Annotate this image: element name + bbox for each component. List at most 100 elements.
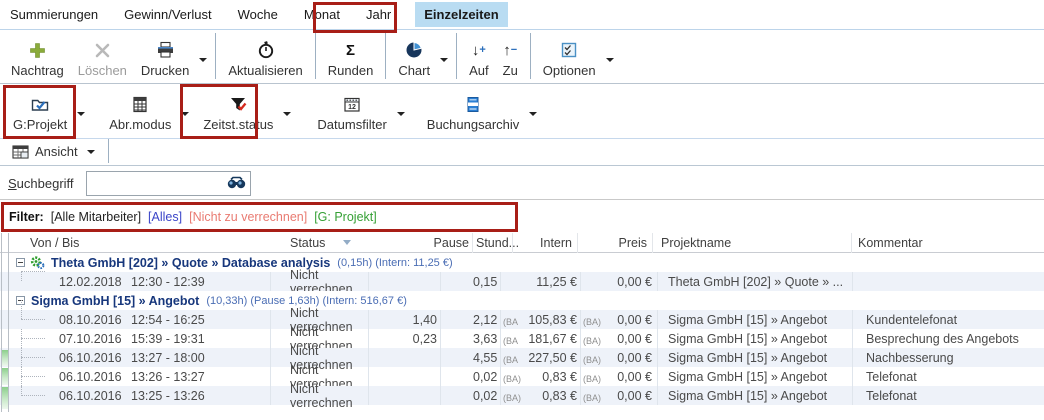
- ba-marker: (BA): [583, 393, 601, 403]
- toolbar-separator: [385, 33, 386, 79]
- entry-time-range: 13:26 - 13:27: [131, 370, 270, 384]
- drucken-dropdown[interactable]: [196, 40, 210, 80]
- gprojekt-dropdown[interactable]: [74, 94, 88, 134]
- buchungsarchiv-button[interactable]: Buchungsarchiv: [420, 92, 527, 134]
- entry-pause: 1,40: [373, 313, 473, 327]
- toolbar-separator: [215, 33, 216, 79]
- runden-button[interactable]: Σ Runden: [321, 38, 381, 80]
- filter-item-alles[interactable]: [Alles]: [148, 210, 182, 224]
- chevron-down-icon: [283, 112, 291, 116]
- options-checkbox-icon: [561, 40, 577, 60]
- loeschen-button[interactable]: Löschen: [71, 38, 134, 80]
- chevron-down-icon: [199, 58, 207, 62]
- green-indicator-bar: [2, 387, 8, 409]
- gprojekt-button[interactable]: G:Projekt: [6, 92, 74, 134]
- entry-preis: 0,00 €: [578, 275, 653, 289]
- zu-button[interactable]: ↑− Zu: [496, 38, 525, 80]
- toolbar-separator: [315, 33, 316, 79]
- table-row[interactable]: 12.02.2018 12:30 - 12:39 Nicht verrechne…: [0, 272, 1044, 291]
- filter-item-mitarbeiter[interactable]: [Alle Mitarbeiter]: [51, 210, 141, 224]
- group-row-theta[interactable]: Theta GmbH [202] » Quote » Database anal…: [0, 253, 1044, 272]
- datumsfilter-label: Datumsfilter: [317, 117, 386, 132]
- ba-marker: (BA: [503, 317, 518, 327]
- header-preis[interactable]: Preis: [578, 233, 653, 253]
- binoculars-icon[interactable]: [227, 176, 246, 190]
- datumsfilter-button[interactable]: 12 Datumsfilter: [310, 92, 393, 134]
- header-pause[interactable]: Pause: [373, 233, 473, 253]
- zeitststatus-button[interactable]: Zeitst.status: [196, 92, 280, 134]
- chevron-down-icon: [77, 112, 85, 116]
- search-box: [86, 171, 251, 196]
- optionen-button[interactable]: Optionen: [536, 38, 603, 80]
- auf-label: Auf: [469, 63, 489, 78]
- nachtrag-button[interactable]: Nachtrag: [4, 38, 71, 80]
- toolbar-separator: [530, 33, 531, 79]
- ba-marker: (BA): [503, 374, 521, 384]
- zeitststatus-dropdown[interactable]: [280, 94, 294, 134]
- chart-label: Chart: [398, 63, 430, 78]
- green-indicator-bar: [2, 350, 8, 366]
- svg-text:12: 12: [348, 104, 356, 111]
- entry-projektname: Sigma GmbH [15] » Angebot: [653, 389, 852, 403]
- table-row[interactable]: 06.10.2016 13:26 - 13:27 Nicht verrechne…: [0, 367, 1044, 386]
- entry-intern: 11,25 €: [513, 275, 578, 289]
- ansicht-button[interactable]: Ansicht: [6, 141, 84, 162]
- chart-button[interactable]: Chart: [391, 38, 437, 80]
- menu-item-summierungen[interactable]: Summierungen: [8, 2, 100, 27]
- row-indicator-strip: [1, 233, 9, 412]
- ansicht-dropdown[interactable]: [84, 142, 98, 162]
- toolbar-filters: G:Projekt Abr.modus Zeitst.st: [0, 85, 1044, 139]
- menu-item-woche[interactable]: Woche: [236, 2, 280, 27]
- abrmodus-button[interactable]: Abr.modus: [102, 92, 178, 134]
- printer-icon: [156, 40, 175, 60]
- table-row[interactable]: 07.10.2016 15:39 - 19:31 Nicht verrechne…: [0, 329, 1044, 348]
- header-kommentar[interactable]: Kommentar: [852, 233, 1044, 253]
- auf-button[interactable]: ↓+ Auf: [462, 38, 496, 80]
- search-input[interactable]: [87, 172, 225, 195]
- aktualisieren-button[interactable]: Aktualisieren: [221, 38, 309, 80]
- table-row[interactable]: 08.10.2016 12:54 - 16:25 Nicht verrechne…: [0, 310, 1044, 329]
- header-intern[interactable]: Intern: [513, 233, 578, 253]
- toolbar-main: Nachtrag Löschen Drucken: [0, 31, 1044, 84]
- entry-projektname: Sigma GmbH [15] » Angebot: [653, 351, 852, 365]
- menu-item-jahr[interactable]: Jahr: [364, 2, 393, 27]
- refresh-timer-icon: [257, 40, 275, 60]
- entry-intern: 181,67 €(BA): [513, 332, 578, 346]
- filter-item-g-projekt[interactable]: [G: Projekt]: [314, 210, 377, 224]
- menu-item-gewinn-verlust[interactable]: Gewinn/Verlust: [122, 2, 213, 27]
- filter-label: Filter:: [9, 210, 44, 224]
- drucken-button[interactable]: Drucken: [134, 38, 196, 80]
- entry-date: 07.10.2016: [59, 332, 131, 346]
- header-stunden[interactable]: Stund...: [473, 233, 513, 253]
- entry-projektname: Sigma GmbH [15] » Angebot: [653, 370, 852, 384]
- chevron-down-icon: [606, 58, 614, 62]
- header-status[interactable]: Status: [270, 233, 373, 253]
- entry-date: 08.10.2016: [59, 313, 131, 327]
- header-projektname[interactable]: Projektname: [653, 233, 852, 253]
- table-row[interactable]: 06.10.2016 13:25 - 13:26 Nicht verrechne…: [0, 386, 1044, 405]
- menu-item-monat[interactable]: Monat: [302, 2, 342, 27]
- filter-bar: Filter: [Alle Mitarbeiter] [Alles] [Nich…: [0, 200, 1044, 233]
- gprojekt-label: G:Projekt: [13, 117, 67, 132]
- buchungsarchiv-dropdown[interactable]: [526, 94, 540, 134]
- ba-marker: (BA): [583, 355, 601, 365]
- optionen-dropdown[interactable]: [603, 40, 617, 80]
- nachtrag-label: Nachtrag: [11, 63, 64, 78]
- archive-book-icon: [466, 94, 480, 114]
- chevron-down-icon: [397, 112, 405, 116]
- collapse-expander-icon[interactable]: [16, 258, 25, 267]
- pie-chart-icon: [405, 40, 423, 60]
- group-row-sigma[interactable]: Sigma GmbH [15] » Angebot (10,33h) (Paus…: [0, 291, 1044, 310]
- filter-item-nicht-zu-verrechnen[interactable]: [Nicht zu verrechnen]: [189, 210, 307, 224]
- table-row[interactable]: 06.10.2016 13:27 - 18:00 Nicht verrechne…: [0, 348, 1044, 367]
- plus-icon: [29, 40, 46, 60]
- chart-dropdown[interactable]: [437, 40, 451, 80]
- datumsfilter-dropdown[interactable]: [394, 94, 408, 134]
- menu-item-einzelzeiten[interactable]: Einzelzeiten: [415, 2, 507, 27]
- menu-bar: Summierungen Gewinn/Verlust Woche Monat …: [0, 0, 1044, 30]
- header-von-bis[interactable]: Von / Bis: [9, 233, 270, 253]
- search-row: Suchbegriff: [0, 167, 1044, 200]
- entry-projektname: Theta GmbH [202] » Quote » ...: [653, 275, 852, 289]
- abrmodus-dropdown[interactable]: [178, 94, 192, 134]
- calendar-icon: 12: [343, 94, 361, 114]
